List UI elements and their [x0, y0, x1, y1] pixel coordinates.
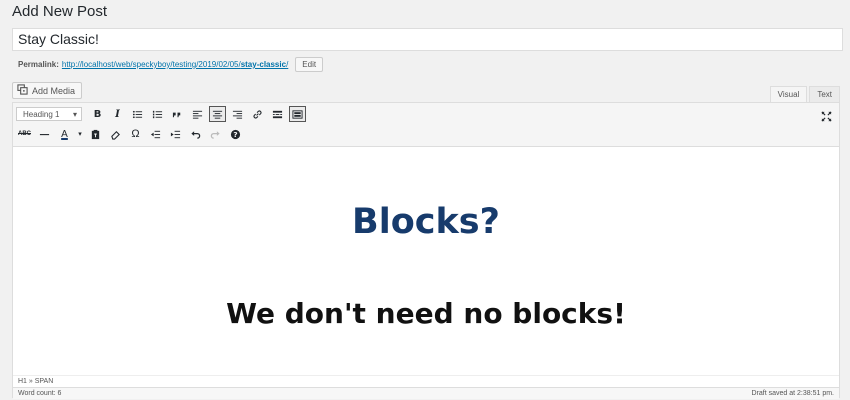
- italic-button[interactable]: I: [109, 106, 126, 122]
- classic-editor: Heading 1 ▾ B I ABC A ▾ Ω ? Blocks? We d…: [12, 102, 840, 399]
- permalink-row: Permalink: http://localhost/web/speckybo…: [18, 57, 324, 72]
- format-select[interactable]: Heading 1 ▾: [16, 107, 82, 121]
- blockquote-button[interactable]: [169, 106, 186, 122]
- tab-text[interactable]: Text: [809, 86, 840, 102]
- text-color-glyph: A: [61, 128, 68, 140]
- element-path: H1 » SPAN: [13, 375, 839, 387]
- undo-icon: [191, 130, 201, 139]
- help-button[interactable]: ?: [227, 126, 244, 142]
- bullet-list-icon: [132, 110, 143, 118]
- bold-button[interactable]: B: [89, 106, 106, 122]
- align-right-icon: [232, 110, 243, 119]
- read-more-button[interactable]: [269, 106, 286, 122]
- editor-toolbar: Heading 1 ▾ B I ABC A ▾ Ω ?: [13, 103, 839, 147]
- svg-text:?: ?: [233, 130, 237, 139]
- kitchen-sink-icon: [292, 109, 303, 119]
- content-heading-1[interactable]: Blocks?: [13, 202, 839, 242]
- horizontal-line-button[interactable]: [36, 126, 53, 142]
- permalink-edit-button[interactable]: Edit: [295, 57, 324, 72]
- paste-as-text-button[interactable]: [87, 126, 104, 142]
- permalink-url-base: http://localhost/web/speckyboy/testing/2…: [61, 60, 241, 69]
- outdent-button[interactable]: [147, 126, 164, 142]
- text-color-button[interactable]: A: [56, 126, 73, 142]
- strikethrough-button[interactable]: ABC: [16, 126, 33, 142]
- align-left-button[interactable]: [189, 106, 206, 122]
- permalink-slug: stay-classic: [240, 60, 287, 69]
- special-character-button[interactable]: Ω: [127, 126, 144, 142]
- numbered-list-button[interactable]: [149, 106, 166, 122]
- read-more-icon: [272, 110, 283, 118]
- help-icon: ?: [230, 129, 241, 139]
- align-right-button[interactable]: [229, 106, 246, 122]
- content-heading-2[interactable]: We don't need no blocks!: [13, 297, 839, 330]
- clear-formatting-button[interactable]: [107, 126, 124, 142]
- align-center-button[interactable]: [209, 106, 226, 122]
- fullscreen-button[interactable]: [818, 108, 835, 124]
- media-icon: [17, 84, 28, 97]
- quote-icon: [172, 112, 181, 117]
- post-title-input[interactable]: [12, 28, 843, 51]
- permalink-link[interactable]: http://localhost/web/speckyboy/testing/2…: [62, 60, 288, 69]
- indent-button[interactable]: [167, 126, 184, 142]
- undo-button[interactable]: [187, 126, 204, 142]
- outdent-icon: [150, 130, 161, 138]
- link-icon: [253, 109, 262, 119]
- toolbar-toggle-button[interactable]: [289, 106, 306, 122]
- page-title: Add New Post: [12, 3, 108, 20]
- redo-icon: [210, 130, 220, 139]
- align-center-icon: [212, 110, 223, 119]
- add-media-label: Add Media: [32, 85, 76, 96]
- bullet-list-button[interactable]: [129, 106, 146, 122]
- insert-link-button[interactable]: [249, 106, 266, 122]
- permalink-trailing: /: [286, 60, 289, 69]
- permalink-label: Permalink:: [18, 60, 59, 69]
- indent-icon: [170, 130, 181, 138]
- format-select-value: Heading 1: [23, 109, 60, 119]
- chevron-down-icon: ▾: [72, 109, 77, 119]
- editor-tabs: Visual Text: [769, 86, 840, 102]
- add-media-button[interactable]: Add Media: [12, 82, 83, 99]
- toolbar-row-2: ABC A ▾ Ω ?: [16, 126, 244, 142]
- tab-visual[interactable]: Visual: [769, 86, 808, 102]
- editor-content-area[interactable]: Blocks? We don't need no blocks!: [13, 147, 839, 375]
- text-color-dropdown[interactable]: ▾: [76, 126, 84, 142]
- eraser-icon: [111, 130, 120, 140]
- clipboard-icon: [91, 129, 100, 139]
- numbered-list-icon: [152, 110, 163, 118]
- align-left-icon: [192, 110, 203, 119]
- toolbar-row-1: Heading 1 ▾ B I: [16, 106, 306, 122]
- horizontal-line-icon: [39, 133, 50, 135]
- draft-saved-status: Draft saved at 2:38:51 pm.: [751, 390, 835, 397]
- fullscreen-icon: [821, 110, 832, 122]
- word-count: Word count: 6: [18, 390, 62, 397]
- redo-button[interactable]: [207, 126, 224, 142]
- status-bar: Word count: 6 Draft saved at 2:38:51 pm.: [13, 387, 839, 399]
